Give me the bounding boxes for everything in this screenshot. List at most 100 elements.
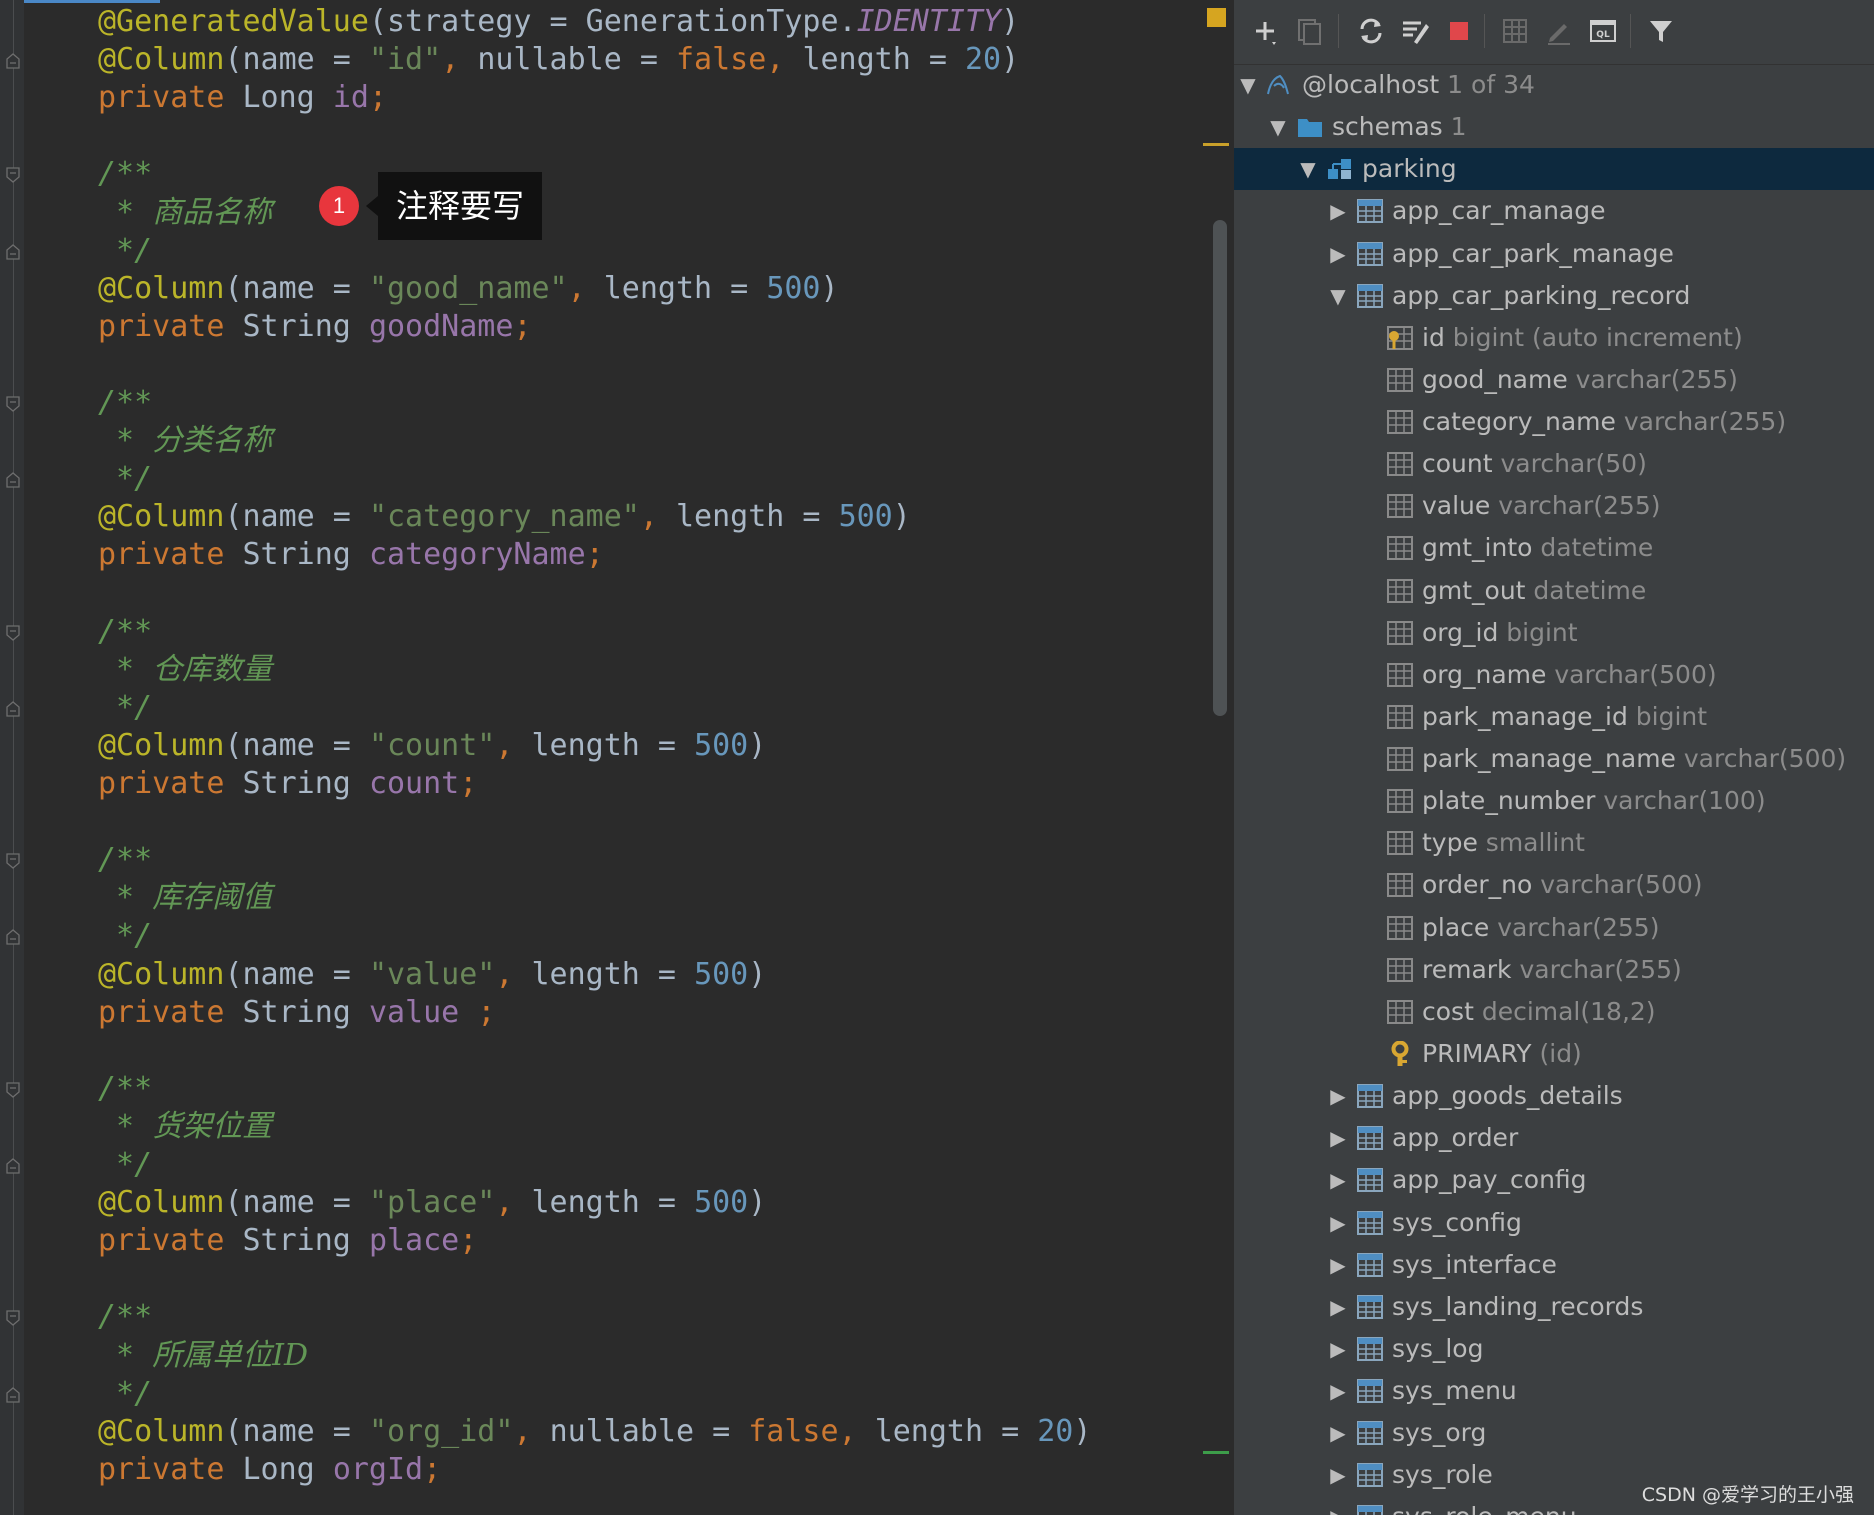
tree-node-parking[interactable]: ▼ parking bbox=[1234, 148, 1874, 190]
code-line[interactable]: /** bbox=[98, 613, 152, 651]
tree-node-order-no[interactable]: order_no varchar(500) bbox=[1234, 864, 1874, 906]
tree-node-sys-org[interactable]: ▶ sys_org bbox=[1234, 1412, 1874, 1454]
fold-end-icon[interactable] bbox=[6, 243, 20, 260]
tree-node-app-pay-config[interactable]: ▶ app_pay_config bbox=[1234, 1159, 1874, 1201]
code-line[interactable]: @Column(name = "count", length = 500) bbox=[98, 727, 766, 765]
fold-end-icon[interactable] bbox=[6, 700, 20, 717]
collapsed-arrow-icon[interactable]: ▶ bbox=[1328, 1370, 1348, 1412]
code-line[interactable]: private String categoryName; bbox=[98, 536, 604, 574]
fold-end-icon[interactable] bbox=[6, 53, 20, 69]
code-line[interactable]: */ bbox=[98, 689, 152, 727]
tree-node-count[interactable]: count varchar(50) bbox=[1234, 443, 1874, 485]
fold-start-icon[interactable] bbox=[6, 1082, 20, 1098]
tree-node-type[interactable]: type smallint bbox=[1234, 822, 1874, 864]
code-line[interactable]: */ bbox=[98, 917, 152, 955]
tree-node-app-car-park-manage[interactable]: ▶ app_car_park_manage bbox=[1234, 233, 1874, 275]
tree-node-gmt-into[interactable]: gmt_into datetime bbox=[1234, 527, 1874, 569]
tree-node-remark[interactable]: remark varchar(255) bbox=[1234, 949, 1874, 991]
collapsed-arrow-icon[interactable]: ▶ bbox=[1328, 1412, 1348, 1454]
tree-node-sys-config[interactable]: ▶ sys_config bbox=[1234, 1202, 1874, 1244]
tree-node-app-goods-details[interactable]: ▶ app_goods_details bbox=[1234, 1075, 1874, 1117]
tree-node-park-manage-id[interactable]: park_manage_id bigint bbox=[1234, 696, 1874, 738]
collapsed-arrow-icon[interactable]: ▶ bbox=[1328, 1117, 1348, 1159]
code-line[interactable]: private String place; bbox=[98, 1222, 477, 1260]
tree-node-org-name[interactable]: org_name varchar(500) bbox=[1234, 654, 1874, 696]
code-line[interactable]: @GeneratedValue(strategy = GenerationTyp… bbox=[98, 3, 1019, 41]
code-line[interactable]: * 商品名称 bbox=[98, 194, 272, 232]
code-line[interactable]: * 所属单位ID bbox=[98, 1337, 308, 1375]
code-line[interactable]: private String value ; bbox=[98, 994, 495, 1032]
code-line[interactable]: private Long orgId; bbox=[98, 1451, 441, 1489]
tree-node-plate-number[interactable]: plate_number varchar(100) bbox=[1234, 780, 1874, 822]
tree-node-primary[interactable]: PRIMARY (id) bbox=[1234, 1033, 1874, 1075]
tree-node-app-car-parking-record[interactable]: ▼ app_car_parking_record bbox=[1234, 275, 1874, 317]
scrollbar-warning-marker[interactable] bbox=[1203, 143, 1229, 146]
expanded-arrow-icon[interactable]: ▼ bbox=[1238, 64, 1258, 106]
code-line[interactable]: */ bbox=[98, 460, 152, 498]
collapsed-arrow-icon[interactable]: ▶ bbox=[1328, 1328, 1348, 1370]
fold-start-icon[interactable] bbox=[6, 624, 20, 641]
fold-start-icon[interactable] bbox=[6, 167, 20, 184]
fold-start-icon[interactable] bbox=[6, 396, 20, 412]
code-line[interactable]: */ bbox=[98, 1146, 152, 1184]
sync-icon[interactable] bbox=[1398, 14, 1432, 48]
tree-node-good-name[interactable]: good_name varchar(255) bbox=[1234, 359, 1874, 401]
code-line[interactable]: * 仓库数量 bbox=[98, 651, 272, 689]
tree-node-place[interactable]: place varchar(255) bbox=[1234, 907, 1874, 949]
refresh-icon[interactable] bbox=[1354, 14, 1388, 48]
fold-end-icon[interactable] bbox=[6, 1386, 20, 1403]
duplicate-icon[interactable] bbox=[1292, 14, 1326, 48]
scrollbar-ok-marker[interactable] bbox=[1203, 1451, 1229, 1454]
code-line[interactable]: @Column(name = "id", nullable = false, l… bbox=[98, 41, 1019, 79]
code-line[interactable]: @Column(name = "category_name", length =… bbox=[98, 498, 911, 536]
code-line[interactable]: @Column(name = "good_name", length = 500… bbox=[98, 270, 839, 308]
code-editor[interactable]: @GeneratedValue(strategy = GenerationTyp… bbox=[0, 0, 1234, 1515]
code-line[interactable]: private String count; bbox=[98, 765, 477, 803]
code-line[interactable]: @Column(name = "org_id", nullable = fals… bbox=[98, 1413, 1091, 1451]
code-line[interactable]: private Long id; bbox=[98, 79, 387, 117]
tree-node-localhost[interactable]: ▼ @localhost 1 of 34 bbox=[1234, 64, 1874, 106]
code-area[interactable]: @GeneratedValue(strategy = GenerationTyp… bbox=[98, 0, 1208, 1515]
add-icon[interactable] bbox=[1248, 14, 1282, 48]
collapsed-arrow-icon[interactable]: ▶ bbox=[1328, 1244, 1348, 1286]
table-view-icon[interactable] bbox=[1498, 14, 1532, 48]
filter-icon[interactable] bbox=[1644, 14, 1678, 48]
code-line[interactable]: /** bbox=[98, 1070, 152, 1108]
code-line[interactable]: */ bbox=[98, 1375, 152, 1413]
fold-end-icon[interactable] bbox=[6, 1158, 20, 1174]
expanded-arrow-icon[interactable]: ▼ bbox=[1328, 275, 1348, 317]
tree-node-id[interactable]: id bigint (auto increment) bbox=[1234, 317, 1874, 359]
tree-node-org-id[interactable]: org_id bigint bbox=[1234, 612, 1874, 654]
code-line[interactable]: * 库存阈值 bbox=[98, 879, 272, 917]
tree-node-category-name[interactable]: category_name varchar(255) bbox=[1234, 401, 1874, 443]
code-line[interactable]: @Column(name = "place", length = 500) bbox=[98, 1184, 766, 1222]
collapsed-arrow-icon[interactable]: ▶ bbox=[1328, 1286, 1348, 1328]
edit-icon[interactable] bbox=[1542, 14, 1576, 48]
inspection-warning-icon[interactable] bbox=[1207, 8, 1226, 27]
fold-start-icon[interactable] bbox=[6, 1310, 20, 1327]
fold-start-icon[interactable] bbox=[6, 853, 20, 870]
editor-scrollbar-thumb[interactable] bbox=[1213, 220, 1227, 716]
collapsed-arrow-icon[interactable]: ▶ bbox=[1328, 1075, 1348, 1117]
tree-node-park-manage-name[interactable]: park_manage_name varchar(500) bbox=[1234, 738, 1874, 780]
code-line[interactable]: /** bbox=[98, 1298, 152, 1336]
collapsed-arrow-icon[interactable]: ▶ bbox=[1328, 1454, 1348, 1496]
code-line[interactable]: /** bbox=[98, 155, 152, 193]
tree-node-app-order[interactable]: ▶ app_order bbox=[1234, 1117, 1874, 1159]
tree-node-sys-log[interactable]: ▶ sys_log bbox=[1234, 1328, 1874, 1370]
tree-node-gmt-out[interactable]: gmt_out datetime bbox=[1234, 570, 1874, 612]
code-line[interactable]: * 货架位置 bbox=[98, 1108, 272, 1146]
collapsed-arrow-icon[interactable]: ▶ bbox=[1328, 233, 1348, 275]
tree-node-app-car-manage[interactable]: ▶ app_car_manage bbox=[1234, 190, 1874, 232]
tree-node-sys-landing-records[interactable]: ▶ sys_landing_records bbox=[1234, 1286, 1874, 1328]
collapsed-arrow-icon[interactable]: ▶ bbox=[1328, 1202, 1348, 1244]
collapsed-arrow-icon[interactable]: ▶ bbox=[1328, 1159, 1348, 1201]
code-line[interactable]: private String goodName; bbox=[98, 308, 532, 346]
fold-end-icon[interactable] bbox=[6, 472, 20, 488]
collapsed-arrow-icon[interactable]: ▶ bbox=[1328, 190, 1348, 232]
tree-node-sys-interface[interactable]: ▶ sys_interface bbox=[1234, 1244, 1874, 1286]
stop-icon[interactable] bbox=[1442, 14, 1476, 48]
expanded-arrow-icon[interactable]: ▼ bbox=[1298, 148, 1318, 190]
code-line[interactable]: /** bbox=[98, 384, 152, 422]
code-line[interactable]: /** bbox=[98, 841, 152, 879]
